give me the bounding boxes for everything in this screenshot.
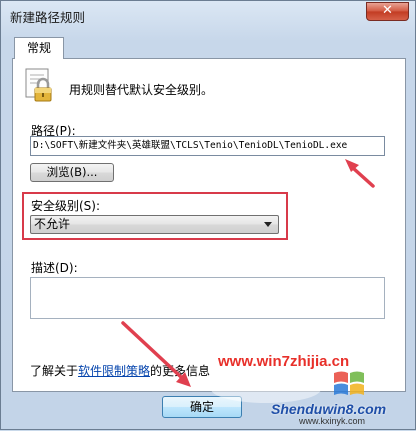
close-icon: ✕: [382, 3, 393, 18]
browse-button[interactable]: 浏览(B)...: [30, 163, 114, 182]
title-bar[interactable]: 新建路径规则 ✕: [1, 1, 415, 31]
learn-more-prefix: 了解关于: [30, 364, 79, 378]
description-label: 描述(D):: [31, 261, 78, 275]
close-button[interactable]: ✕: [366, 2, 409, 21]
software-restriction-policy-link[interactable]: 软件限制策略: [78, 364, 150, 378]
new-path-rule-dialog: 新建路径规则 ✕ 常规 用规则替代默认安全级别。 路径(P): D:\SOFT\…: [0, 0, 416, 430]
rule-description-text: 用规则替代默认安全级别。: [69, 83, 214, 97]
learn-more-line: 了解关于软件限制策略的更多信息: [30, 362, 210, 379]
learn-more-suffix: 的更多信息: [150, 364, 211, 378]
window-title: 新建路径规则: [10, 10, 86, 25]
path-input[interactable]: D:\SOFT\新建文件夹\英雄联盟\TCLS\Tenio\TenioDL\Te…: [30, 136, 385, 156]
tab-general-label: 常规: [26, 41, 51, 55]
tab-general[interactable]: 常规: [14, 37, 64, 59]
description-textarea[interactable]: [30, 277, 385, 319]
security-level-select[interactable]: 不允许: [30, 215, 279, 234]
watermark-shenduwin8: Shenduwin8.com: [271, 401, 387, 417]
lock-icon: [25, 68, 52, 102]
watermark-kxinyk: www.kxinyk.com: [299, 416, 366, 426]
security-level-label: 安全级别(S):: [31, 199, 101, 213]
chevron-down-icon: [264, 222, 272, 227]
security-level-value: 不允许: [34, 217, 71, 231]
